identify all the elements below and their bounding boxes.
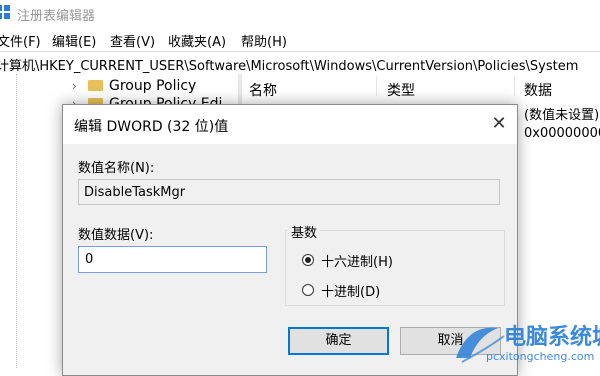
value-data-input[interactable] (78, 246, 267, 273)
radio-decimal-label[interactable]: 十进制(D) (321, 281, 380, 300)
value-name-field: DisableTaskMgr (78, 179, 500, 205)
menu-view[interactable]: 查看(V) (110, 31, 155, 50)
column-header-name[interactable]: 名称 (249, 80, 277, 100)
list-cell-data: 0x00000000 (524, 126, 600, 141)
registry-titlebar: 注册表编辑器 (0, 0, 600, 26)
base-groupbox (285, 230, 505, 306)
base-group-label: 基数 (288, 222, 321, 241)
chevron-right-icon[interactable]: › (72, 79, 86, 93)
column-divider[interactable] (376, 76, 377, 96)
dialog-titlebar[interactable]: 编辑 DWORD (32 位)值 ✕ (63, 105, 517, 144)
tree-item-group-policy[interactable]: › Group Policy (72, 78, 196, 98)
address-path[interactable]: 计算机\HKEY_CURRENT_USER\Software\Microsoft… (0, 55, 578, 74)
value-data-label: 数值数据(V): (78, 228, 154, 243)
watermark-url: pcxitongcheng.com (486, 350, 595, 363)
address-bar[interactable]: 计算机\HKEY_CURRENT_USER\Software\Microsoft… (0, 51, 600, 75)
menu-favorites[interactable]: 收藏夹(A) (168, 31, 226, 50)
watermark-text: 电脑系统城 (504, 325, 600, 350)
radio-decimal[interactable] (302, 284, 314, 296)
menu-edit[interactable]: 编辑(E) (52, 31, 96, 50)
value-name-label: 数值名称(N): (78, 161, 155, 176)
folder-icon (88, 80, 103, 91)
column-header-type[interactable]: 类型 (387, 80, 415, 100)
tree-item-label: Group Policy (109, 78, 197, 94)
radio-hex-label[interactable]: 十六进制(H) (321, 251, 393, 270)
ok-button[interactable]: 确定 (288, 327, 389, 355)
registry-app-icon (0, 5, 10, 19)
app-title: 注册表编辑器 (17, 9, 96, 24)
tree-guide-line (16, 74, 18, 368)
column-divider[interactable] (514, 76, 515, 96)
close-icon[interactable]: ✕ (486, 111, 512, 137)
dialog-title: 编辑 DWORD (32 位)值 (74, 119, 229, 135)
menu-file[interactable]: 文件(F) (0, 31, 41, 50)
list-cell-data: (数值未设置) (524, 108, 600, 123)
menu-help[interactable]: 帮助(H) (241, 31, 287, 50)
radio-hex[interactable] (302, 254, 314, 266)
value-name-text: DisableTaskMgr (84, 185, 186, 200)
column-header-data[interactable]: 数据 (524, 80, 552, 100)
menu-bar: 文件(F) 编辑(E) 查看(V) 收藏夹(A) 帮助(H) (0, 28, 600, 50)
